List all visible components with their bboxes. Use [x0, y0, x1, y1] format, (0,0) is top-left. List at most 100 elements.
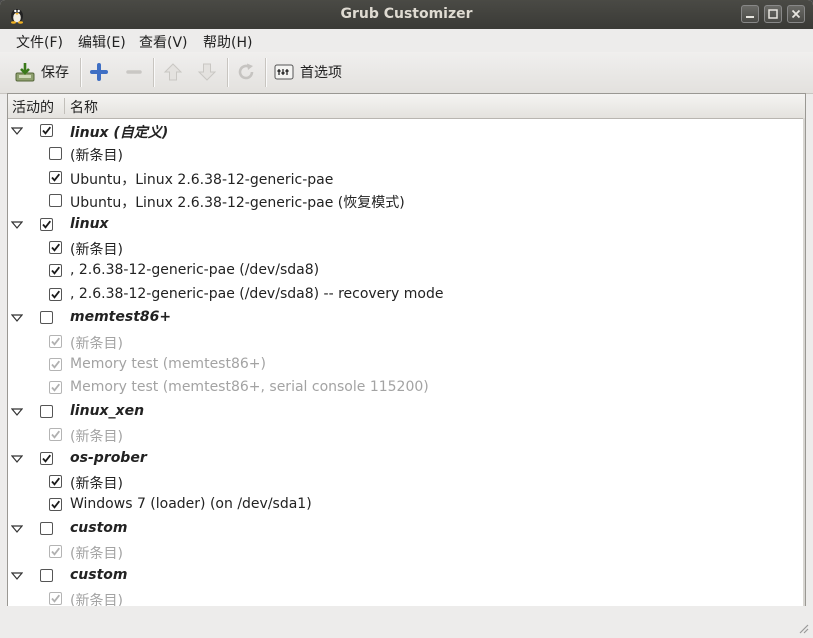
expander-triangle-icon[interactable] [11, 571, 23, 580]
active-checkbox[interactable] [49, 334, 62, 348]
checkmark-icon [51, 243, 61, 252]
tree-entry-row[interactable]: Windows 7 (loader) (on /dev/sda1) [8, 493, 798, 516]
active-checkbox[interactable] [49, 241, 62, 254]
active-checkbox[interactable] [40, 451, 53, 465]
entry-tree[interactable]: 活动的 名称 linux (自定义) (新条目) Ubuntu，Linux 2.6.… [7, 93, 806, 607]
expander-triangle-icon[interactable] [11, 525, 23, 533]
checkmark-icon [51, 501, 61, 510]
tree-entry-row[interactable]: (新条目) [8, 540, 798, 563]
tree-group-row[interactable]: linux [8, 213, 798, 236]
save-label: 保存 [41, 65, 69, 81]
tree-entry-row[interactable]: Ubuntu，Linux 2.6.38-12-generic-pae (恢复模式… [8, 189, 798, 212]
tree-group-row[interactable]: linux_xen [8, 400, 798, 423]
menu-file[interactable]: 文件(F) [13, 31, 66, 53]
tree-group-row[interactable]: custom [8, 564, 798, 587]
minus-icon [126, 70, 142, 74]
group-label: os-prober [70, 449, 147, 466]
active-checkbox[interactable] [49, 358, 62, 371]
active-checkbox[interactable] [40, 217, 53, 231]
close-icon [791, 9, 801, 19]
menu-edit[interactable]: 编辑(E) [75, 31, 129, 53]
tree-entry-row[interactable]: (新条目) [8, 142, 798, 165]
tree-entry-row[interactable]: (新条目) [8, 423, 798, 446]
entry-label: (新条目) [70, 476, 123, 492]
title-bar[interactable]: Grub Customizer [0, 0, 813, 29]
expander-triangle-icon[interactable] [11, 454, 23, 463]
checkmark-icon [51, 173, 61, 182]
minimize-icon [746, 16, 754, 18]
save-icon [15, 63, 35, 82]
tree-header: 活动的 名称 [8, 94, 805, 119]
column-active[interactable]: 活动的 [12, 97, 54, 117]
entry-label: Ubuntu，Linux 2.6.38-12-generic-pae (恢复模式… [70, 195, 405, 212]
move-down-button[interactable] [196, 57, 218, 87]
group-label: linux [70, 215, 109, 232]
window-title: Grub Customizer [340, 6, 473, 22]
active-checkbox[interactable] [49, 592, 62, 605]
tree-entry-row[interactable]: (新条目) [8, 470, 798, 493]
tree-entry-row[interactable]: (新条目) [8, 587, 798, 606]
active-checkbox[interactable] [49, 381, 62, 395]
checkmark-icon [51, 384, 61, 393]
close-button[interactable] [787, 5, 805, 23]
menu-bar: 文件(F) 编辑(E) 查看(V) 帮助(H) [0, 29, 813, 52]
tree-entry-row[interactable]: Memory test (memtest86+) [8, 353, 798, 376]
active-checkbox[interactable] [40, 404, 53, 418]
active-checkbox[interactable] [49, 498, 62, 512]
active-checkbox[interactable] [49, 194, 62, 208]
active-checkbox[interactable] [49, 428, 62, 442]
tree-group-row[interactable]: custom [8, 517, 798, 540]
entry-label: Ubuntu，Linux 2.6.38-12-generic-pae [70, 171, 334, 188]
status-bar [0, 606, 813, 638]
expander-triangle-icon[interactable] [11, 408, 23, 416]
tree-entry-row[interactable]: (新条目) [8, 330, 798, 353]
add-button[interactable] [88, 57, 110, 87]
expander-triangle-icon[interactable] [11, 127, 23, 135]
active-checkbox[interactable] [49, 545, 62, 559]
toolbar-separator [153, 58, 155, 87]
reload-button[interactable] [235, 57, 257, 87]
entry-label: (新条目) [70, 546, 123, 563]
save-button[interactable]: 保存 [14, 57, 69, 87]
menu-view[interactable]: 查看(V) [136, 31, 191, 53]
preferences-button[interactable]: 首选项 [273, 57, 342, 87]
checkmark-icon [42, 454, 52, 463]
column-divider [64, 98, 65, 114]
tree-group-row[interactable]: linux (自定义) [8, 119, 798, 142]
active-checkbox[interactable] [49, 147, 62, 161]
app-window: Grub Customizer 文件(F) 编辑(E) 查看(V) 帮助(H) … [0, 0, 813, 638]
arrow-up-icon [163, 63, 183, 81]
checkmark-icon [51, 477, 61, 486]
tree-group-row[interactable]: os-prober [8, 447, 798, 470]
move-up-button[interactable] [162, 57, 184, 87]
minimize-button[interactable] [741, 5, 759, 23]
tree-entry-row[interactable]: , 2.6.38-12-generic-pae (/dev/sda8) [8, 259, 798, 282]
reload-icon [238, 63, 254, 80]
active-checkbox[interactable] [40, 311, 53, 325]
active-checkbox[interactable] [40, 568, 53, 582]
checkmark-icon [51, 360, 61, 369]
active-checkbox[interactable] [49, 170, 62, 184]
checkmark-icon [42, 126, 52, 135]
tree-entry-row[interactable]: (新条目) [8, 236, 798, 259]
expander-triangle-icon[interactable] [11, 314, 23, 323]
tree-entry-row[interactable]: , 2.6.38-12-generic-pae (/dev/sda8) -- r… [8, 283, 798, 306]
active-checkbox[interactable] [40, 124, 53, 137]
active-checkbox[interactable] [49, 287, 62, 301]
tree-group-row[interactable]: memtest86+ [8, 306, 798, 329]
maximize-button[interactable] [764, 5, 782, 23]
remove-button[interactable] [123, 57, 145, 87]
resize-grip-icon[interactable] [797, 622, 809, 634]
active-checkbox[interactable] [49, 475, 62, 488]
active-checkbox[interactable] [49, 264, 62, 278]
vertical-scrollbar[interactable] [803, 118, 805, 606]
toolbar-separator [80, 58, 82, 87]
tree-entry-row[interactable]: Ubuntu，Linux 2.6.38-12-generic-pae [8, 166, 798, 189]
group-label: custom [70, 566, 128, 583]
column-name[interactable]: 名称 [70, 97, 98, 117]
preferences-icon [274, 64, 294, 80]
tree-entry-row[interactable]: Memory test (memtest86+, serial console … [8, 376, 798, 399]
active-checkbox[interactable] [40, 521, 53, 535]
menu-help[interactable]: 帮助(H) [200, 31, 255, 53]
expander-triangle-icon[interactable] [11, 220, 23, 229]
